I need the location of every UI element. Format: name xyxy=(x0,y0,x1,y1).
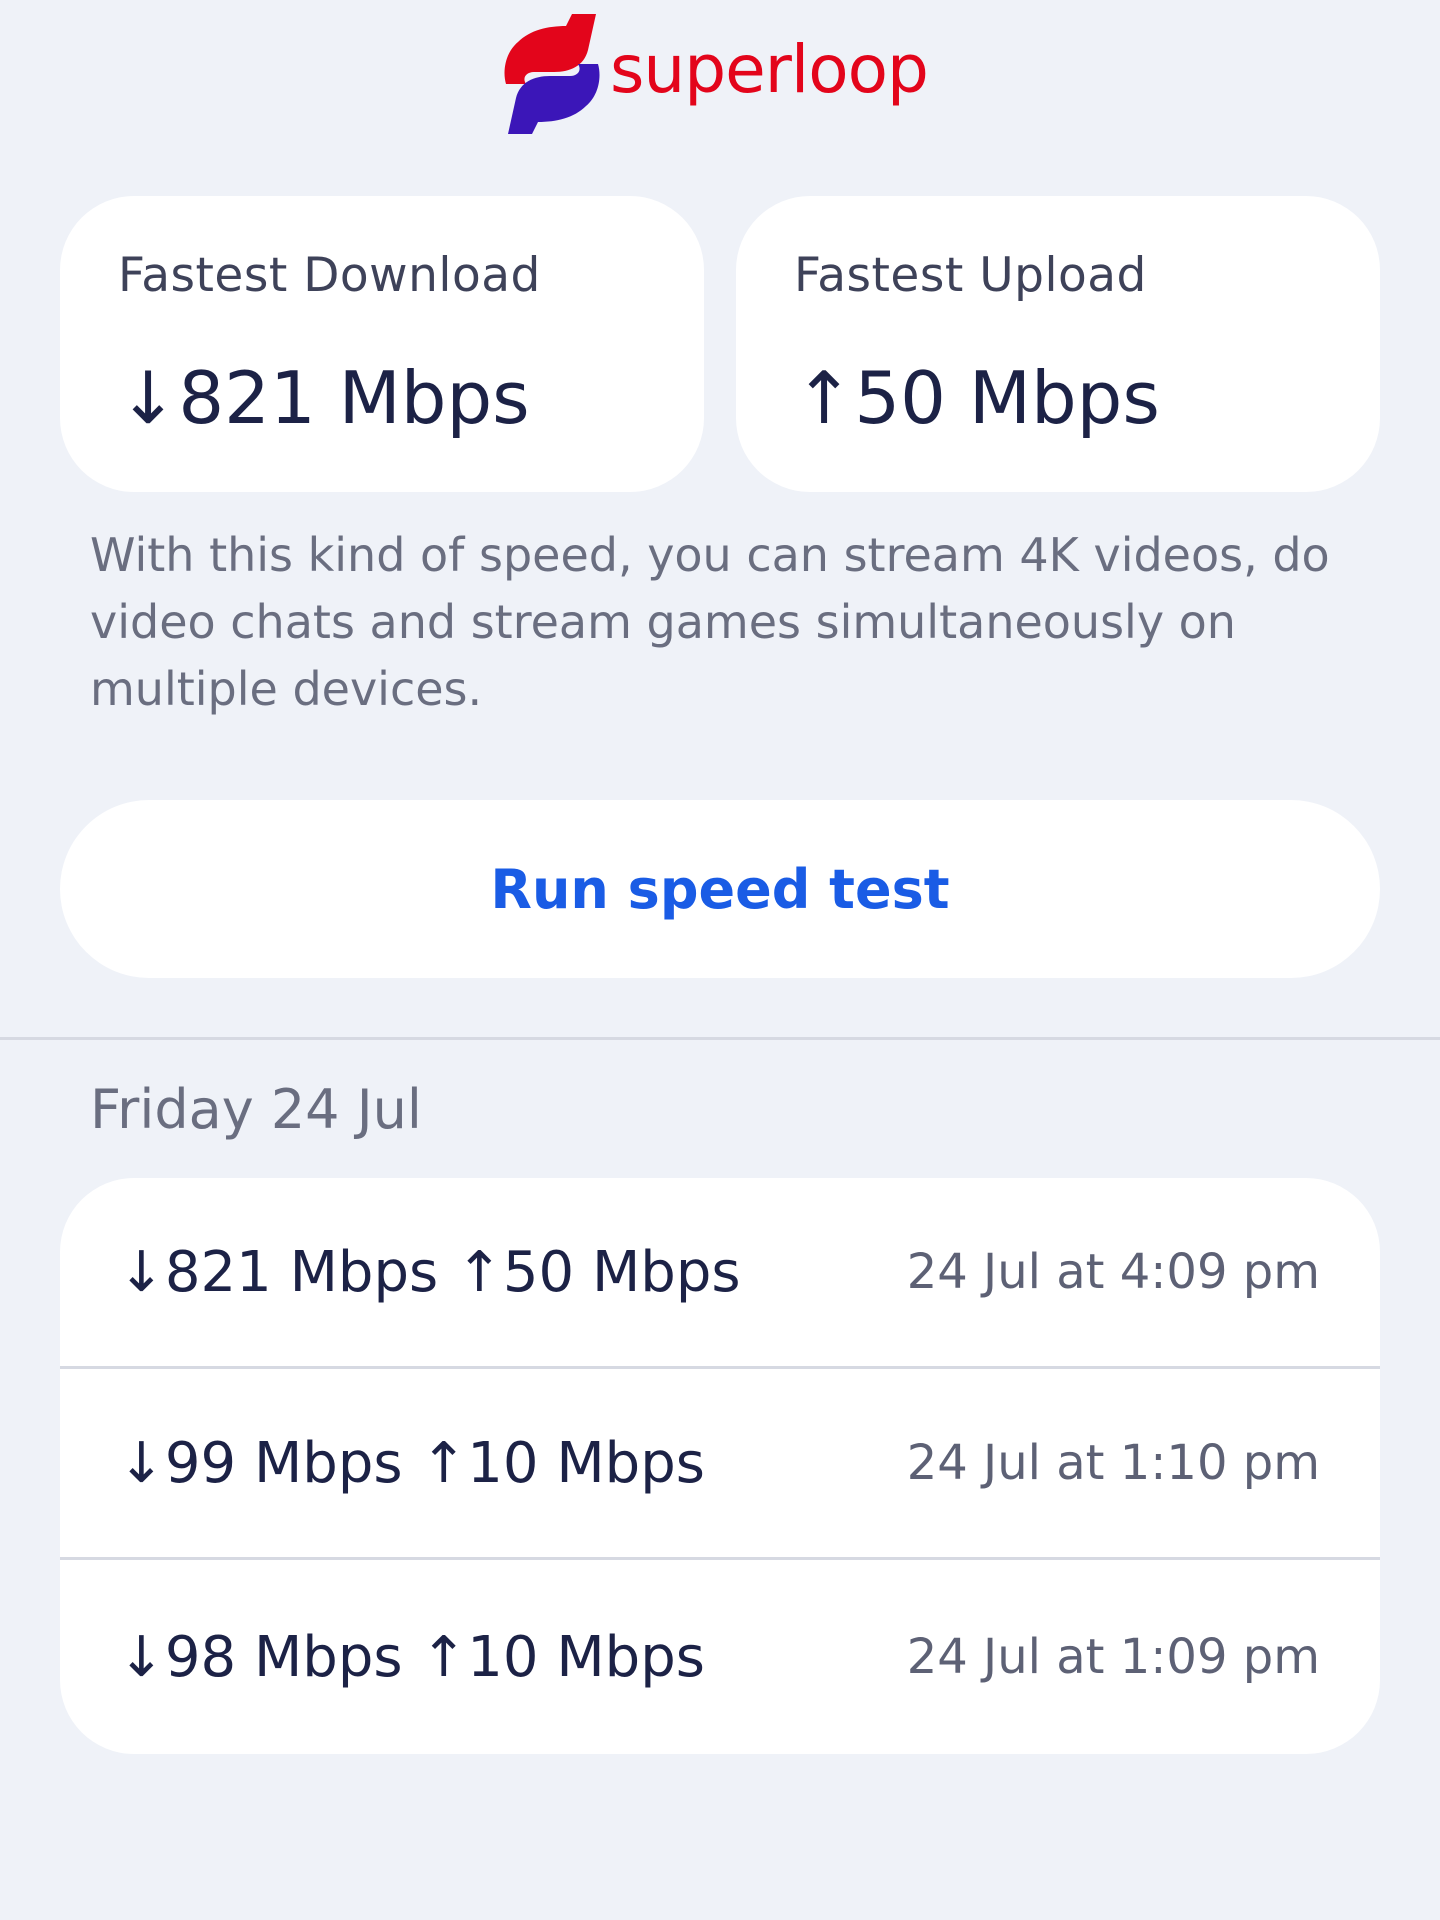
fastest-download-value: ↓821 Mbps xyxy=(118,356,530,440)
brand-name: superloop xyxy=(610,31,929,108)
run-speed-test-label: Run speed test xyxy=(490,857,950,921)
history-row[interactable]: ↓98 Mbps ↑10 Mbps 24 Jul at 1:09 pm xyxy=(60,1560,1380,1754)
fastest-upload-card: Fastest Upload ↑50 Mbps xyxy=(736,196,1380,492)
history-row-time: 24 Jul at 4:09 pm xyxy=(906,1244,1320,1300)
history-row-time: 24 Jul at 1:10 pm xyxy=(906,1435,1320,1491)
history-date-header: Friday 24 Jul xyxy=(90,1078,422,1141)
history-row-speeds: ↓99 Mbps ↑10 Mbps xyxy=(118,1430,705,1496)
brand-logo: superloop xyxy=(500,10,929,138)
section-divider xyxy=(0,1037,1440,1040)
history-row-time: 24 Jul at 1:09 pm xyxy=(906,1629,1320,1685)
fastest-download-card: Fastest Download ↓821 Mbps xyxy=(60,196,704,492)
speed-test-history-list: ↓821 Mbps ↑50 Mbps 24 Jul at 4:09 pm ↓99… xyxy=(60,1178,1380,1754)
app-header: superloop xyxy=(0,0,1440,150)
history-row-speeds: ↓98 Mbps ↑10 Mbps xyxy=(118,1624,705,1690)
history-row-speeds: ↓821 Mbps ↑50 Mbps xyxy=(118,1239,741,1305)
fastest-upload-value: ↑50 Mbps xyxy=(794,356,1160,440)
history-row[interactable]: ↓99 Mbps ↑10 Mbps 24 Jul at 1:10 pm xyxy=(60,1369,1380,1560)
speed-description: With this kind of speed, you can stream … xyxy=(90,528,1330,716)
fastest-download-label: Fastest Download xyxy=(118,248,541,303)
fastest-upload-label: Fastest Upload xyxy=(794,248,1147,303)
run-speed-test-button[interactable]: Run speed test xyxy=(60,800,1380,978)
superloop-s-logo-icon xyxy=(504,14,600,134)
history-row[interactable]: ↓821 Mbps ↑50 Mbps 24 Jul at 4:09 pm xyxy=(60,1178,1380,1369)
